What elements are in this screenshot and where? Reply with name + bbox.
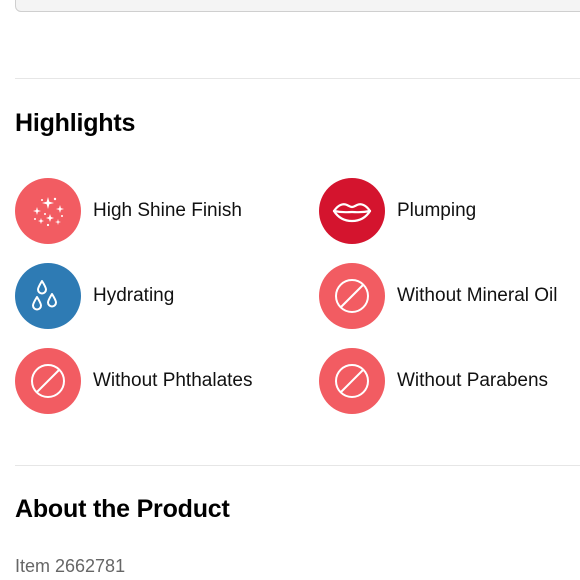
section-divider: [15, 78, 580, 79]
prohibited-icon: [15, 348, 81, 414]
highlight-label: High Shine Finish: [93, 200, 242, 221]
highlight-without-mineral-oil: Without Mineral Oil: [319, 263, 558, 329]
highlight-high-shine-finish: High Shine Finish: [15, 178, 242, 244]
highlight-label: Without Phthalates: [93, 370, 253, 391]
highlight-label: Without Parabens: [397, 370, 549, 391]
top-panel-edge: [15, 0, 580, 12]
product-page: Highlights High Shine Finish Plumping Hy…: [0, 0, 580, 580]
highlight-label: Plumping: [397, 200, 477, 221]
highlights-heading: Highlights: [15, 109, 136, 137]
highlight-label: Without Mineral Oil: [397, 285, 558, 306]
prohibited-icon: [319, 348, 385, 414]
section-divider: [15, 465, 580, 466]
prohibited-icon: [319, 263, 385, 329]
highlight-label: Hydrating: [93, 285, 175, 306]
highlight-without-phthalates: Without Phthalates: [15, 348, 252, 414]
item-number: Item 2662781: [15, 556, 126, 576]
water-drops-icon: [15, 263, 81, 329]
lips-icon: [319, 178, 385, 244]
highlight-hydrating: Hydrating: [15, 263, 174, 329]
sparkles-icon: [15, 178, 81, 244]
highlight-plumping: Plumping: [319, 178, 476, 244]
highlight-without-parabens: Without Parabens: [319, 348, 548, 414]
about-product-heading: About the Product: [15, 495, 230, 523]
